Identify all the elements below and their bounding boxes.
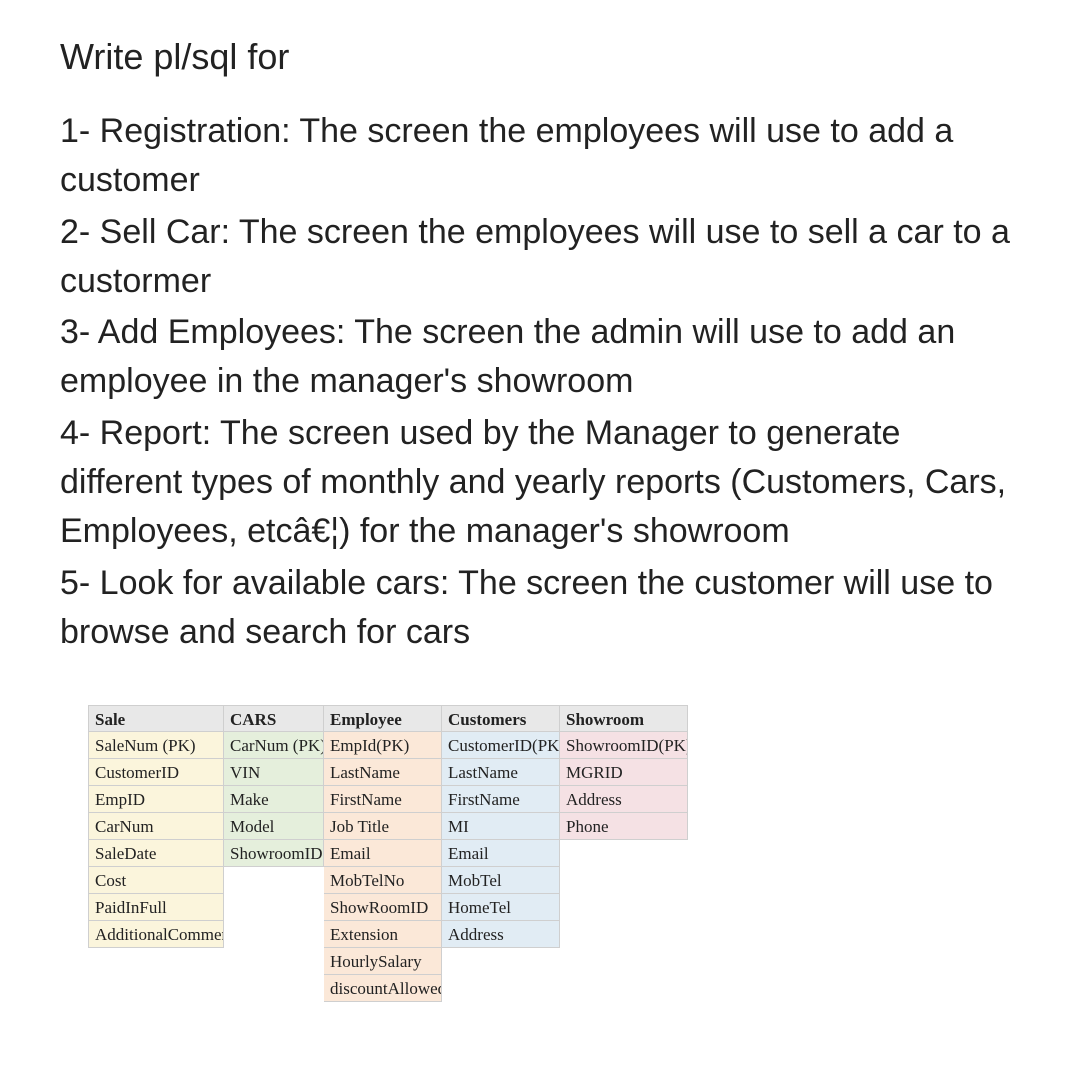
- table-row: Phone: [560, 813, 688, 840]
- table-row: LastName: [324, 759, 442, 786]
- table-row: CustomerID(PK): [442, 732, 560, 759]
- table-row: Email: [442, 840, 560, 867]
- table-row: PaidInFull: [88, 894, 224, 921]
- table-header: Sale: [88, 705, 224, 732]
- table-row: CarNum: [88, 813, 224, 840]
- table-header: Customers: [442, 705, 560, 732]
- table-row: CarNum (PK): [224, 732, 324, 759]
- table-row: MI: [442, 813, 560, 840]
- table-row: EmpID: [88, 786, 224, 813]
- table-row: ShowroomID(PK): [560, 732, 688, 759]
- table-row: Extension: [324, 921, 442, 948]
- table-row: FirstName: [442, 786, 560, 813]
- schema-diagram: Sale SaleNum (PK) CustomerID EmpID CarNu…: [88, 705, 1020, 1002]
- table-row: Cost: [88, 867, 224, 894]
- item-5: 5- Look for available cars: The screen t…: [60, 559, 1020, 658]
- table-row: MGRID: [560, 759, 688, 786]
- table-row: Model: [224, 813, 324, 840]
- table-row: discountAllowed: [324, 975, 442, 1002]
- table-customers: Customers CustomerID(PK) LastName FirstN…: [442, 705, 560, 948]
- table-row: Address: [560, 786, 688, 813]
- table-row: MobTelNo: [324, 867, 442, 894]
- table-row: ShowRoomID: [324, 894, 442, 921]
- table-row: MobTel: [442, 867, 560, 894]
- item-2: 2- Sell Car: The screen the employees wi…: [60, 208, 1020, 307]
- heading: Write pl/sql for: [60, 34, 1020, 79]
- table-showroom: Showroom ShowroomID(PK) MGRID Address Ph…: [560, 705, 688, 840]
- table-row: HomeTel: [442, 894, 560, 921]
- table-sale: Sale SaleNum (PK) CustomerID EmpID CarNu…: [88, 705, 224, 948]
- table-header: CARS: [224, 705, 324, 732]
- table-header: Showroom: [560, 705, 688, 732]
- table-row: Job Title: [324, 813, 442, 840]
- table-row: FirstName: [324, 786, 442, 813]
- table-row: Email: [324, 840, 442, 867]
- table-row: ShowroomID: [224, 840, 324, 867]
- table-row: VIN: [224, 759, 324, 786]
- table-cars: CARS CarNum (PK) VIN Make Model Showroom…: [224, 705, 324, 867]
- table-row: EmpId(PK): [324, 732, 442, 759]
- item-1: 1- Registration: The screen the employee…: [60, 107, 1020, 206]
- table-row: AdditionalComments: [88, 921, 224, 948]
- table-row: HourlySalary: [324, 948, 442, 975]
- item-4: 4- Report: The screen used by the Manage…: [60, 409, 1020, 557]
- table-row: LastName: [442, 759, 560, 786]
- table-row: SaleNum (PK): [88, 732, 224, 759]
- table-row: Address: [442, 921, 560, 948]
- table-header: Employee: [324, 705, 442, 732]
- table-row: Make: [224, 786, 324, 813]
- table-row: CustomerID: [88, 759, 224, 786]
- question-body: 1- Registration: The screen the employee…: [60, 107, 1020, 657]
- item-3: 3- Add Employees: The screen the admin w…: [60, 308, 1020, 407]
- table-employee: Employee EmpId(PK) LastName FirstName Jo…: [324, 705, 442, 1002]
- table-row: SaleDate: [88, 840, 224, 867]
